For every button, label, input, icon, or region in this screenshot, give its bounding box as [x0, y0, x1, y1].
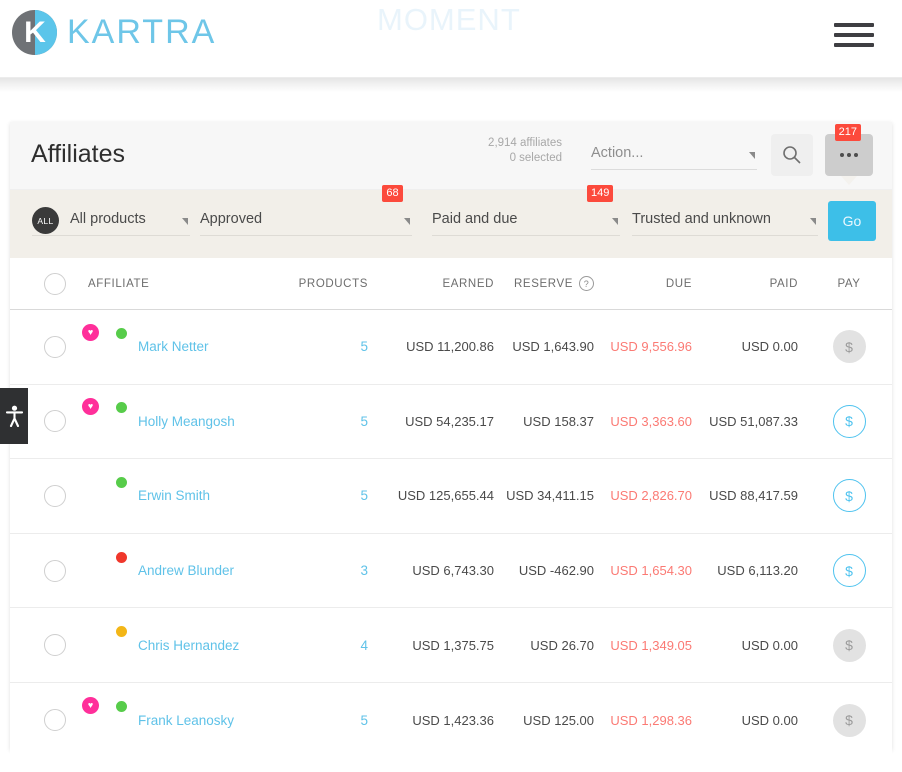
- logo-letter: K: [24, 15, 46, 49]
- hamburger-bar: [834, 43, 874, 47]
- header-shadow: [0, 78, 902, 92]
- kartra-logo[interactable]: K KARTRA: [12, 10, 216, 55]
- status-indicator-dot: [115, 326, 128, 340]
- hamburger-icon[interactable]: [834, 19, 874, 51]
- kartra-logo-mark: K: [12, 10, 57, 55]
- ghost-text-moment: MOMENT: [377, 2, 521, 37]
- hamburger-bar: [834, 23, 874, 27]
- top-navigation-bar: K KARTRA MOMENT: [0, 0, 902, 78]
- status-indicator-dot: [115, 550, 128, 564]
- favorite-heart-icon: ♥: [82, 323, 99, 341]
- status-indicator-dot: [115, 475, 128, 489]
- accessibility-icon[interactable]: [0, 388, 28, 444]
- panel-clip: [10, 122, 892, 750]
- logo-wordmark: KARTRA: [67, 13, 217, 51]
- hamburger-bar: [834, 33, 874, 37]
